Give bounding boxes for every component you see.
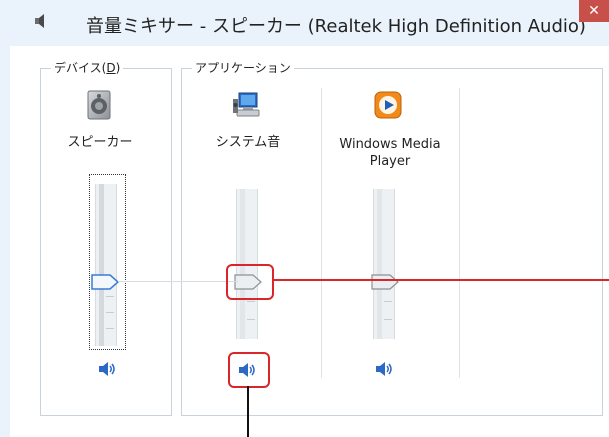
device-name: スピーカー [67, 135, 133, 150]
volume-mixer-window: 音量ミキサー - スピーカー (Realtek High Definition … [0, 0, 609, 437]
wmp-mute-button[interactable] [373, 358, 395, 380]
device-volume-thumb[interactable] [90, 272, 122, 292]
title-bar: 音量ミキサー - スピーカー (Realtek High Definition … [0, 0, 609, 46]
close-button[interactable]: ✕ [579, 0, 609, 22]
applications-group-legend: アプリケーション [192, 60, 294, 76]
mixer-client-area: デバイス(D) アプリケーション スピーカー システム音 Windows Med… [10, 46, 609, 437]
app-name-windows-media-player: Windows Media Player [339, 137, 441, 169]
wmp-volume-slider[interactable] [373, 189, 395, 339]
app-column-separator [321, 88, 322, 378]
window-title: 音量ミキサー - スピーカー (Realtek High Definition … [86, 16, 586, 37]
speaker-device-icon[interactable] [84, 89, 116, 121]
volume-link-line [118, 281, 238, 282]
slider-callout-box [226, 264, 274, 300]
device-hotkey: D [106, 61, 116, 75]
window-speaker-icon [35, 14, 44, 28]
app-column-separator [459, 88, 460, 378]
device-volume-fill [99, 184, 104, 346]
slider-callout-line [272, 279, 609, 281]
mute-callout-box [228, 352, 270, 388]
wmp-volume-thumb[interactable] [370, 272, 402, 292]
mute-callout-line [247, 386, 249, 437]
app-name-system-sounds: システム音 [215, 135, 281, 150]
device-mute-button[interactable] [96, 358, 118, 380]
system-sounds-icon[interactable] [231, 89, 263, 121]
device-volume-slider[interactable] [95, 184, 117, 346]
wmp-volume-fill [377, 189, 382, 339]
windows-media-player-icon[interactable] [372, 89, 404, 121]
device-group-legend: デバイス(D) [51, 60, 124, 76]
